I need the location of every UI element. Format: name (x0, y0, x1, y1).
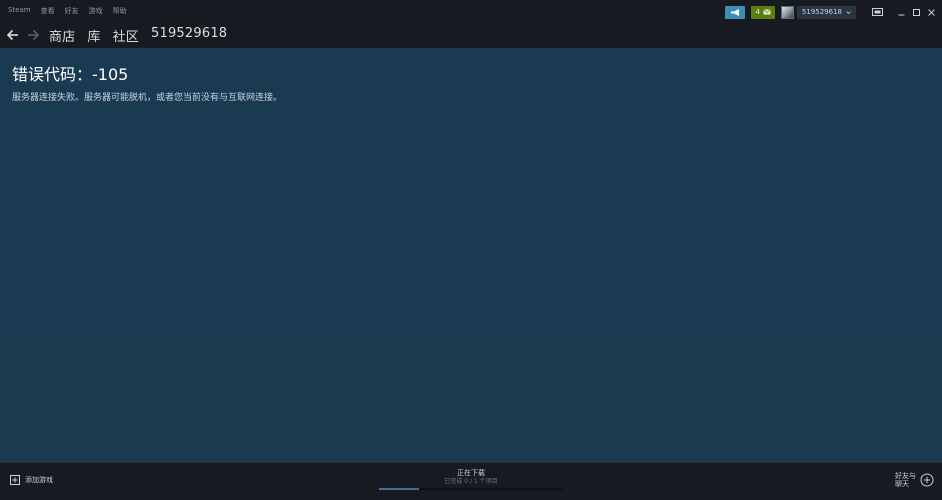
friends-chat-button[interactable]: 好友与 聊天 (895, 472, 934, 488)
menu-games[interactable]: 游戏 (89, 6, 103, 16)
add-game-label: 添加游戏 (25, 476, 53, 484)
announcements-button[interactable] (725, 5, 746, 19)
nav-store[interactable]: 商店 (49, 26, 75, 45)
nav-library[interactable]: 库 (87, 26, 100, 45)
downloads-title: 正在下载 (457, 469, 485, 477)
bottom-bar: 添加游戏 正在下载 已完成 0 / 1 个项目 好友与 聊天 (0, 462, 942, 500)
downloads-progress-fill (379, 488, 420, 490)
chevron-down-icon (846, 10, 851, 14)
menu-steam[interactable]: Steam (8, 6, 31, 16)
big-picture-icon (871, 8, 883, 16)
menu-bar: Steam 查看 好友 游戏 帮助 (8, 6, 127, 16)
minimize-icon (898, 14, 904, 15)
minimize-button[interactable] (894, 6, 908, 19)
friends-chat-label: 好友与 聊天 (895, 472, 916, 488)
downloads-progress-bar (379, 488, 563, 490)
title-bar-controls: 4 519529618 (725, 5, 942, 19)
navigation-bar: 商店 库 社区 519529618 (0, 24, 942, 48)
error-page: 错误代码：-105 服务器连接失败。服务器可能脱机，或者您当前没有与互联网连接。 (0, 48, 942, 462)
title-bar: Steam 查看 好友 游戏 帮助 4 519529618 (0, 0, 942, 24)
menu-view[interactable]: 查看 (41, 6, 55, 16)
account-menu[interactable]: 519529618 (796, 5, 856, 19)
envelope-icon (763, 9, 771, 15)
maximize-button[interactable] (909, 6, 923, 19)
error-title: 错误代码：-105 (12, 65, 129, 84)
nav-profile[interactable]: 519529618 (151, 26, 227, 45)
notifications-count: 4 (755, 8, 760, 16)
downloads-progress-text: 已完成 0 / 1 个项目 (444, 478, 498, 485)
big-picture-button[interactable] (870, 6, 884, 19)
notifications-button[interactable]: 4 (751, 5, 775, 19)
add-game-button[interactable]: 添加游戏 (10, 475, 53, 485)
friends-label-line2: 聊天 (895, 480, 909, 488)
nav-links: 商店 库 社区 519529618 (49, 26, 227, 45)
avatar[interactable] (780, 5, 794, 19)
close-icon (927, 8, 935, 16)
maximize-icon (912, 8, 920, 16)
plus-circle-icon (920, 473, 934, 487)
back-arrow-icon[interactable] (6, 28, 20, 42)
megaphone-icon (730, 8, 739, 16)
menu-friends[interactable]: 好友 (65, 6, 79, 16)
error-message: 服务器连接失败。服务器可能脱机，或者您当前没有与互联网连接。 (12, 93, 283, 103)
forward-arrow-icon[interactable] (26, 28, 40, 42)
close-button[interactable] (924, 6, 938, 19)
steam-window: Steam 查看 好友 游戏 帮助 4 519529618 商店 库 社区 51… (0, 0, 942, 500)
account-name: 519529618 (801, 8, 842, 16)
friends-label-line1: 好友与 (895, 472, 916, 480)
plus-box-icon (10, 475, 20, 485)
downloads-status[interactable]: 正在下载 已完成 0 / 1 个项目 (379, 469, 563, 490)
nav-community[interactable]: 社区 (113, 26, 139, 45)
menu-help[interactable]: 帮助 (113, 6, 127, 16)
